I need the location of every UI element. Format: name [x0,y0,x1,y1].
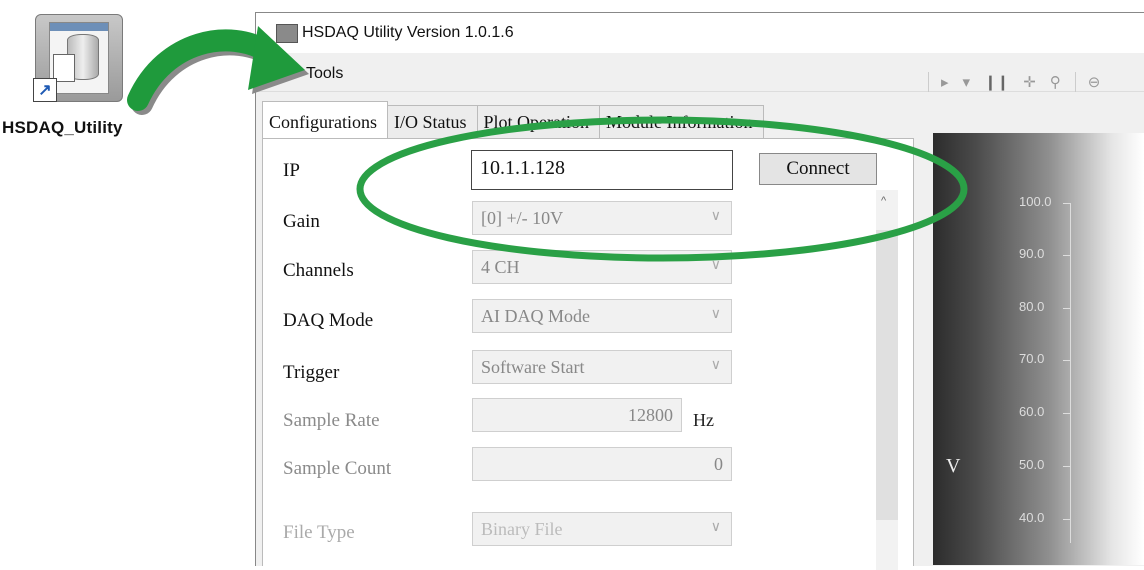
y-tick-label: 60.0 [1019,404,1045,419]
form-scrollbar[interactable]: ^ [876,190,898,570]
sample-rate-unit: Hz [693,410,714,430]
sample-count-input[interactable]: 0 [472,447,732,481]
trigger-select[interactable]: Software Start ∨ [472,350,732,384]
shortcut-label[interactable]: HSDAQ_Utility [2,118,123,138]
tab-strip: Configurations I/O Status Plot Operation… [262,101,764,144]
y-tick-label: 90.0 [1019,246,1045,261]
file-type-label: File Type [283,522,355,543]
y-tick-mark [1063,413,1071,414]
sample-count-label: Sample Count [283,458,392,479]
y-tick-label: 70.0 [1019,351,1045,366]
app-icon [276,24,298,43]
tab-module-information[interactable]: Module Information [599,105,764,140]
sample-rate-input[interactable]: 12800 [472,398,682,432]
shortcut-arrow-icon: ↗ [33,78,57,102]
sample-rate-label: Sample Rate [283,410,380,431]
chevron-down-icon: ∨ [710,520,721,535]
daq-mode-select[interactable]: AI DAQ Mode ∨ [472,299,732,333]
scrollbar-thumb[interactable] [876,230,898,520]
y-tick-mark [1063,519,1071,520]
y-tick-label: 50.0 [1019,457,1045,472]
zoom-out-icon[interactable]: ⊖ [1088,73,1101,91]
daq-mode-value: AI DAQ Mode [481,306,590,326]
file-type-select[interactable]: Binary File ∨ [472,512,732,546]
y-tick-label: 40.0 [1019,510,1045,525]
gain-select[interactable]: [0] +/- 10V ∨ [472,201,732,235]
scroll-up-icon[interactable]: ^ [881,195,886,207]
zoom-select-icon[interactable]: ⚲ [1050,73,1061,91]
plot-area[interactable]: 100.0 90.0 80.0 70.0 60.0 50.0 40.0 V [933,133,1144,565]
pause-icon[interactable]: ❙❙ [984,73,1009,91]
y-tick-mark [1063,308,1071,309]
y-tick-mark [1063,203,1071,204]
channels-select[interactable]: 4 CH ∨ [472,250,732,284]
ip-input[interactable]: 10.1.1.128 [471,150,733,190]
chevron-down-icon[interactable]: ▾ [963,73,971,91]
connect-button[interactable]: Connect [759,153,877,185]
plot-toolbar: ▸ ▾ ❙❙ ✛ ⚲ ⊖ [928,69,1114,95]
y-tick-mark [1063,360,1071,361]
gain-label: Gain [283,211,320,232]
gain-value: [0] +/- 10V [481,208,564,228]
trigger-label: Trigger [283,362,340,383]
chevron-down-icon: ∨ [710,258,721,273]
tab-io-status[interactable]: I/O Status [387,105,478,140]
trigger-value: Software Start [481,357,585,377]
file-type-value: Binary File [481,519,563,539]
chevron-down-icon: ∨ [710,307,721,322]
y-tick-mark [1063,255,1071,256]
window-title: HSDAQ Utility Version 1.0.1.6 [302,24,514,41]
ip-label: IP [283,160,300,181]
channels-label: Channels [283,260,354,281]
chevron-down-icon: ∨ [710,358,721,373]
hsdaq-shortcut-icon[interactable]: ↗ [33,14,125,104]
y-tick-label: 80.0 [1019,299,1045,314]
menu-tools[interactable]: Tools [306,65,343,83]
play-icon[interactable]: ▸ [941,73,949,91]
chevron-down-icon: ∨ [710,209,721,224]
channels-value: 4 CH [481,257,520,277]
pan-icon[interactable]: ✛ [1023,73,1036,91]
y-tick-label: 100.0 [1019,194,1052,209]
title-bar: HSDAQ Utility Version 1.0.1.6 [256,13,1144,53]
y-tick-mark [1063,466,1071,467]
y-unit-label: V [946,455,961,477]
daq-mode-label: DAQ Mode [283,310,374,331]
tab-plot-operation[interactable]: Plot Operation [476,105,601,140]
y-axis-line [1070,203,1071,543]
